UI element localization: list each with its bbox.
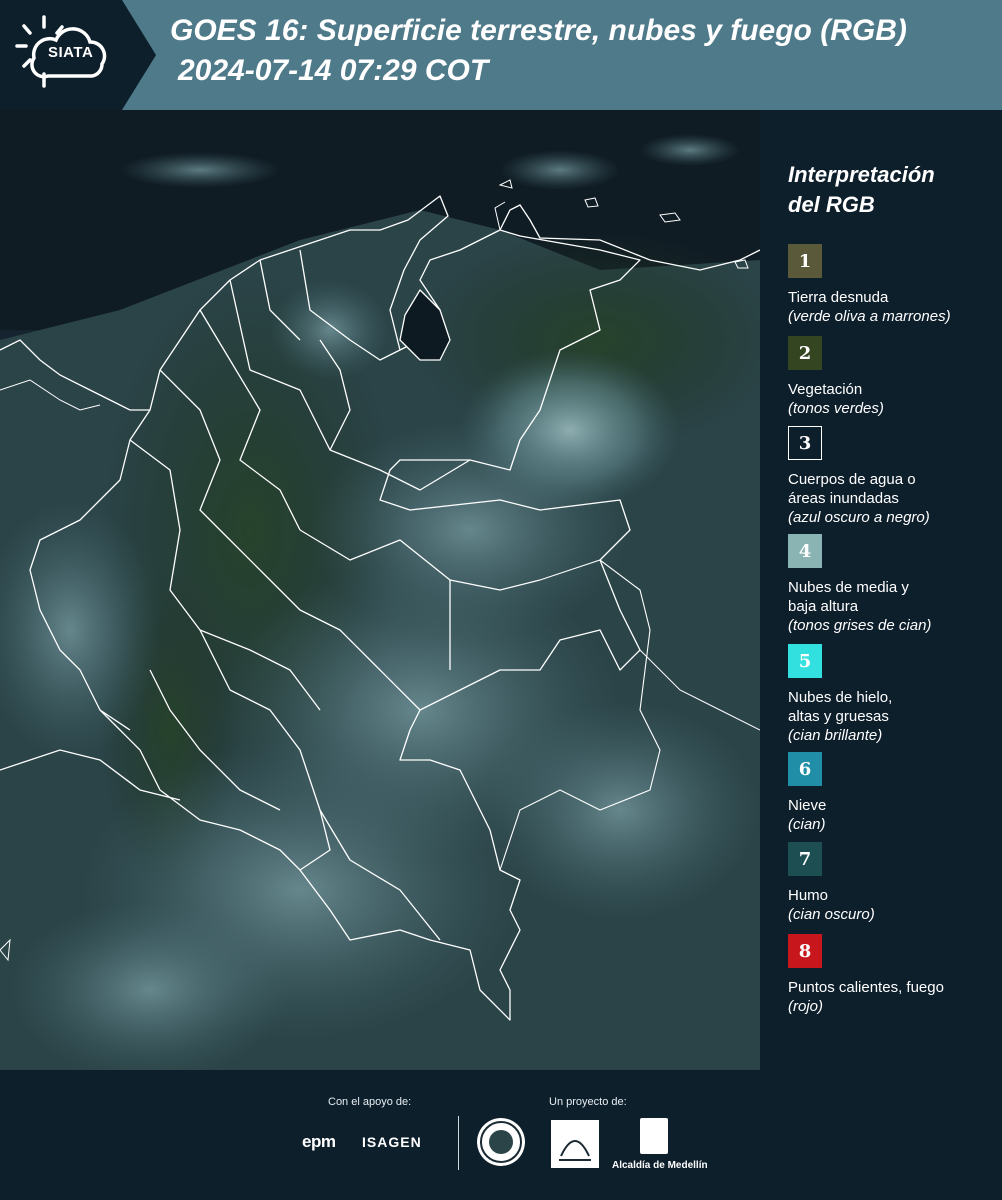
legend-title-line2: del RGB	[788, 192, 875, 217]
area-metropolitana-logo	[551, 1120, 599, 1168]
legend-label: Nubes de hielo, altas y gruesas	[788, 689, 893, 725]
legend-number: 3	[798, 432, 812, 454]
legend-title: Interpretación del RGB	[788, 160, 993, 220]
epm-logo: epm	[302, 1132, 336, 1151]
alcaldia-label: Alcaldía de Medellín	[612, 1160, 708, 1171]
legend-swatch-7: 7	[788, 842, 822, 876]
legend-desc: (cian)	[788, 816, 826, 833]
legend-desc: (tonos verdes)	[788, 400, 884, 417]
siata-logo-text: SIATA	[48, 44, 94, 61]
legend-label: Humo	[788, 887, 829, 904]
legend-number: 7	[798, 848, 812, 870]
satellite-image	[0, 110, 760, 1070]
seal-emblem-icon	[480, 1121, 522, 1163]
legend-number: 8	[798, 940, 812, 962]
legend-swatch-2: 2	[788, 336, 822, 370]
alcaldia-shield-icon	[640, 1118, 668, 1154]
legend-item-5: 5 Nubes de hielo, altas y gruesas (cian …	[788, 644, 993, 745]
legend-desc: (cian brillante)	[788, 727, 883, 744]
footer-divider	[458, 1116, 459, 1170]
legend-item-8: 8 Puntos calientes, fuego (rojo)	[788, 934, 993, 1016]
municipal-seal-icon	[477, 1118, 525, 1166]
siata-logo: SIATA	[0, 0, 156, 110]
legend-desc: (tonos grises de cian)	[788, 617, 932, 634]
legend-item-3: 3 Cuerpos de agua o áreas inundadas (azu…	[788, 426, 993, 527]
legend-item-6: 6 Nieve (cian)	[788, 752, 993, 834]
legend-number: 2	[798, 342, 812, 364]
legend-swatch-6: 6	[788, 752, 822, 786]
legend-swatch-5: 5	[788, 644, 822, 678]
legend-label: Vegetación	[788, 381, 863, 398]
legend-swatch-4: 4	[788, 534, 822, 568]
legend-item-1: 1 Tierra desnuda (verde oliva a marrones…	[788, 244, 993, 326]
legend-label: Cuerpos de agua o áreas inundadas	[788, 471, 916, 507]
legend-desc: (verde oliva a marrones)	[788, 308, 951, 325]
legend-desc: (rojo)	[788, 998, 824, 1015]
legend-number: 4	[798, 540, 812, 562]
legend-desc: (cian oscuro)	[788, 906, 875, 923]
rgb-legend: Interpretación del RGB 1 Tierra desnuda …	[788, 160, 993, 1015]
legend-item-2: 2 Vegetación (tonos verdes)	[788, 336, 993, 418]
legend-desc: (azul oscuro a negro)	[788, 509, 930, 526]
page-title: GOES 16: Superficie terrestre, nubes y f…	[170, 14, 907, 47]
page-timestamp: 2024-07-14 07:29 COT	[178, 54, 489, 87]
footer: Con el apoyo de: Un proyecto de: epm ISA…	[0, 1070, 1002, 1200]
legend-title-line1: Interpretación	[788, 162, 935, 187]
support-label: Con el apoyo de:	[328, 1096, 412, 1108]
legend-number: 6	[798, 758, 812, 780]
legend-item-7: 7 Humo (cian oscuro)	[788, 842, 993, 924]
legend-swatch-8: 8	[788, 934, 822, 968]
legend-label: Puntos calientes, fuego	[788, 979, 944, 996]
legend-label: Nieve	[788, 797, 827, 814]
header: SIATA GOES 16: Superficie terrestre, nub…	[0, 0, 1002, 110]
legend-swatch-1: 1	[788, 244, 822, 278]
amva-emblem-icon	[559, 1140, 591, 1161]
legend-label: Nubes de media y baja altura	[788, 579, 909, 615]
legend-number: 5	[798, 650, 812, 672]
isagen-logo: ISAGEN	[362, 1134, 422, 1150]
legend-item-4: 4 Nubes de media y baja altura (tonos gr…	[788, 534, 993, 635]
legend-number: 1	[798, 250, 812, 272]
project-label: Un proyecto de:	[549, 1096, 627, 1108]
legend-swatch-3: 3	[788, 426, 822, 460]
satellite-map	[0, 110, 760, 1070]
legend-label: Tierra desnuda	[788, 289, 889, 306]
